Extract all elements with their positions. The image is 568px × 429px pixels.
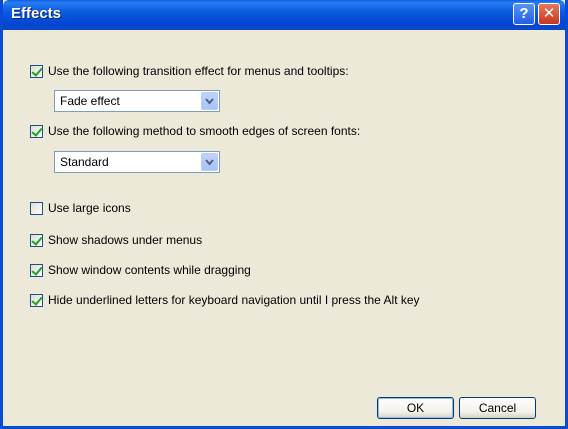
font-smoothing-select[interactable]: Standard <box>54 151 220 173</box>
cancel-button[interactable]: Cancel <box>459 397 536 419</box>
menu-shadows-option[interactable]: Show shadows under menus <box>30 232 202 248</box>
large-icons-option[interactable]: Use large icons <box>30 200 131 216</box>
drag-contents-label: Show window contents while dragging <box>48 263 251 277</box>
help-button[interactable]: ? <box>513 3 535 25</box>
close-button[interactable]: ✕ <box>538 3 560 25</box>
effects-dialog: Effects ? ✕ Use the following transition… <box>0 0 568 429</box>
font-smoothing-option[interactable]: Use the following method to smooth edges… <box>30 123 360 139</box>
transition-effect-option[interactable]: Use the following transition effect for … <box>30 63 349 79</box>
transition-effect-checkbox[interactable] <box>30 64 43 78</box>
transition-effect-label: Use the following transition effect for … <box>48 64 349 78</box>
transition-dropdown-button[interactable] <box>201 92 218 110</box>
transition-effect-select[interactable]: Fade effect <box>54 90 220 112</box>
menu-shadows-label: Show shadows under menus <box>48 233 203 247</box>
large-icons-checkbox[interactable] <box>30 201 43 215</box>
font-smoothing-label: Use the following method to smooth edges… <box>48 124 361 138</box>
font-smoothing-checkbox[interactable] <box>30 124 43 138</box>
drag-contents-checkbox[interactable] <box>30 263 43 277</box>
transition-effect-value: Fade effect <box>60 94 120 108</box>
title-bar[interactable]: Effects ? ✕ <box>3 0 565 30</box>
chevron-down-icon <box>205 98 214 105</box>
menu-shadows-checkbox[interactable] <box>30 233 43 247</box>
ok-button[interactable]: OK <box>377 397 454 419</box>
hide-underlines-label: Hide underlined letters for keyboard nav… <box>48 293 420 307</box>
hide-underlines-checkbox[interactable] <box>30 293 43 307</box>
font-smoothing-value: Standard <box>60 155 109 169</box>
large-icons-label: Use large icons <box>48 201 131 215</box>
hide-underlines-option[interactable]: Hide underlined letters for keyboard nav… <box>30 292 420 308</box>
chevron-down-icon <box>205 159 214 166</box>
dialog-title: Effects <box>11 5 62 22</box>
drag-contents-option[interactable]: Show window contents while dragging <box>30 262 251 278</box>
smoothing-dropdown-button[interactable] <box>201 153 218 171</box>
